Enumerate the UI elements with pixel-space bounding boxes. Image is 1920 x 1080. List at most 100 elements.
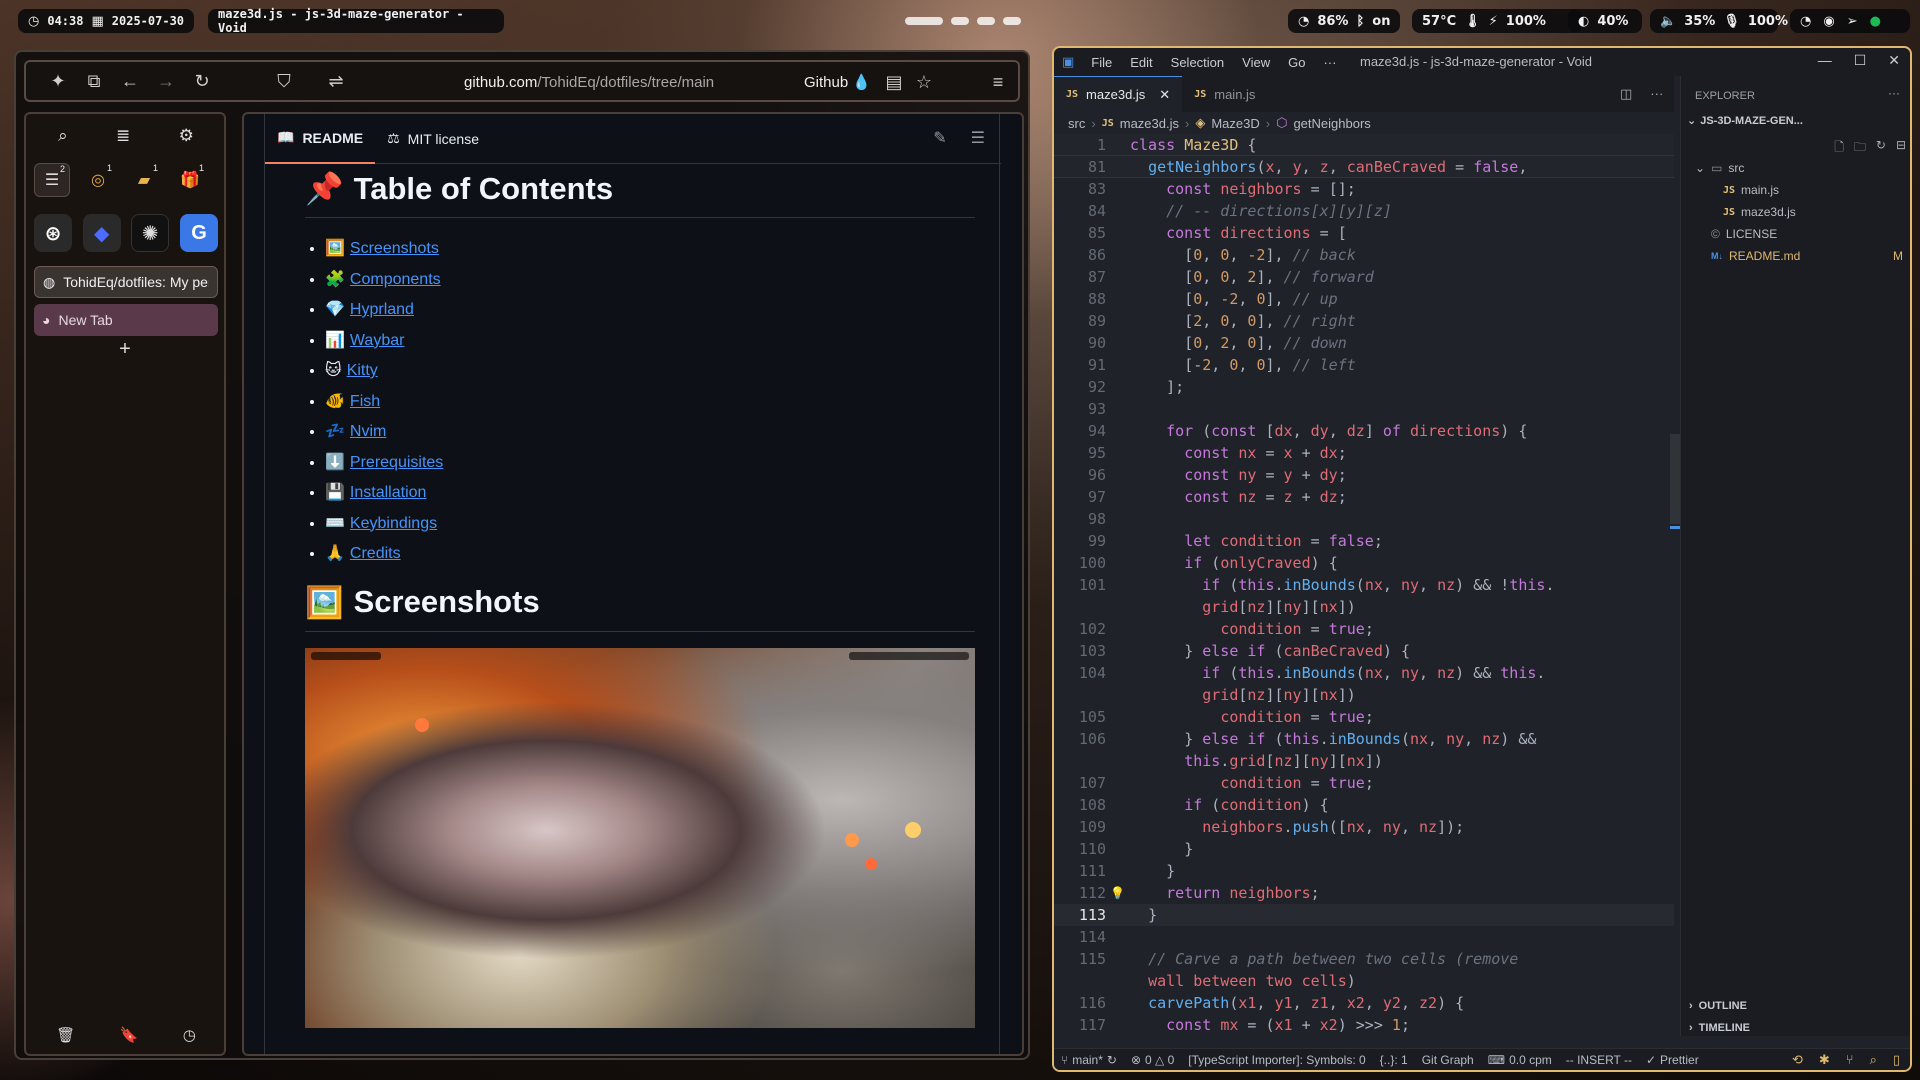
search-icon[interactable]: ⌕: [1870, 1052, 1877, 1068]
pinned-tab-list[interactable]: ☰ 2: [34, 163, 70, 197]
timeline-section[interactable]: › TIMELINE: [1689, 1022, 1750, 1034]
code-line[interactable]: 111 }: [1054, 860, 1674, 882]
tab-main[interactable]: JS main.js: [1182, 76, 1267, 112]
menu-edit[interactable]: Edit: [1121, 55, 1161, 70]
menu-go[interactable]: Go: [1279, 55, 1314, 70]
code-line[interactable]: 95 const nx = x + dx;: [1054, 442, 1674, 464]
code-line[interactable]: 101 if (this.inBounds(nx, ny, nz) && !th…: [1054, 574, 1674, 596]
project-root[interactable]: ⌄ JS-3D-MAZE-GEN...: [1687, 114, 1907, 128]
scrollbar[interactable]: [1666, 134, 1680, 1034]
code-line[interactable]: 114: [1054, 926, 1674, 948]
code-line[interactable]: 92 ];: [1054, 376, 1674, 398]
breadcrumb-class[interactable]: Maze3D: [1211, 116, 1259, 131]
pinned-tab-gift[interactable]: 🎁 1: [172, 163, 208, 197]
code-line[interactable]: 110 }: [1054, 838, 1674, 860]
split-editor-icon[interactable]: ◫: [1620, 86, 1632, 102]
code-line[interactable]: 88 [0, -2, 0], // up: [1054, 288, 1674, 310]
clock-widget[interactable]: ◷ 04:38 ▦ 2025-07-30: [18, 9, 194, 33]
code-line[interactable]: 94 for (const [dx, dy, dz] of directions…: [1054, 420, 1674, 442]
workspace-active[interactable]: [905, 17, 943, 25]
wifi-tray-icon[interactable]: ◔: [1800, 14, 1811, 29]
network-widget[interactable]: ◔ 86% ᛒ on: [1288, 9, 1400, 33]
source-control-icon[interactable]: ⑂: [1846, 1052, 1854, 1068]
menu-selection[interactable]: Selection: [1162, 55, 1233, 70]
code-editor[interactable]: 1 class Maze3D {81 getNeighbors(x, y, z, …: [1054, 134, 1674, 1034]
steam-icon[interactable]: ◉: [1823, 14, 1834, 29]
code-line[interactable]: 1 class Maze3D {: [1054, 134, 1674, 156]
file-license[interactable]: © LICENSE: [1711, 224, 1777, 244]
refresh-icon[interactable]: ↻: [1876, 138, 1886, 159]
code-line[interactable]: 112 return neighbors; 💡: [1054, 882, 1674, 904]
close-tab-icon[interactable]: ✕: [1159, 87, 1170, 103]
code-line[interactable]: 105 condition = true;: [1054, 706, 1674, 728]
code-line[interactable]: 103 } else if (canBeCraved) {: [1054, 640, 1674, 662]
tab-list-icon[interactable]: ≣: [116, 126, 130, 146]
toc-link-keybindings[interactable]: Keybindings: [350, 515, 437, 532]
new-folder-icon[interactable]: 🗀: [1854, 138, 1866, 159]
url-field[interactable]: github.com/TohidEq/dotfiles/tree/main: [464, 74, 714, 91]
deepseek-icon[interactable]: ◆: [82, 214, 121, 252]
bracket-status[interactable]: {..}: 1: [1373, 1053, 1415, 1067]
ts-importer-status[interactable]: [TypeScript Importer]: Symbols: 0: [1181, 1053, 1372, 1067]
breadcrumb-method[interactable]: getNeighbors: [1293, 116, 1370, 131]
lightbulb-icon[interactable]: 💡: [1110, 882, 1125, 904]
toc-link-hyprland[interactable]: Hyprland: [350, 301, 414, 318]
browser-logo-icon[interactable]: ✦: [40, 63, 76, 99]
system-widget[interactable]: 57°C 🌡 ⚡ 100%: [1412, 9, 1582, 33]
collapse-icon[interactable]: ⊟: [1896, 138, 1906, 159]
prettier-status[interactable]: ✓ Prettier: [1639, 1053, 1706, 1067]
chatgpt-icon[interactable]: ⊛: [34, 214, 72, 252]
site-settings-icon[interactable]: ⇌: [318, 63, 354, 99]
reload-icon[interactable]: ↻: [184, 63, 220, 99]
perplexity-icon[interactable]: ✺: [131, 214, 170, 252]
toc-link-installation[interactable]: Installation: [350, 484, 427, 501]
bookmark-icon[interactable]: 🔖: [120, 1026, 139, 1044]
gear-icon[interactable]: ⚙: [179, 126, 194, 146]
bookmark-star-icon[interactable]: ☆: [906, 64, 942, 100]
code-line[interactable]: 84 // -- directions[x][y][z]: [1054, 200, 1674, 222]
code-line[interactable]: grid[nz][ny][nx]): [1054, 596, 1674, 618]
code-line[interactable]: 117 const mx = (x1 + x2) >>> 1;: [1054, 1014, 1674, 1036]
audio-widget[interactable]: 🔈 35% 🎙 100%: [1650, 9, 1788, 33]
code-line[interactable]: this.grid[nz][ny][nx]): [1054, 750, 1674, 772]
menu-file[interactable]: File: [1082, 55, 1121, 70]
translate-icon[interactable]: G: [179, 214, 218, 252]
toc-link-kitty[interactable]: Kitty: [347, 362, 378, 379]
tab-readme[interactable]: 📖 README: [265, 114, 376, 164]
file-maze3d-js[interactable]: JS maze3d.js: [1723, 202, 1796, 222]
new-tab-button[interactable]: +: [26, 338, 224, 361]
code-line[interactable]: 87 [0, 0, 2], // forward: [1054, 266, 1674, 288]
bug-icon[interactable]: ✱: [1819, 1052, 1830, 1068]
workspace-4[interactable]: [1003, 17, 1021, 25]
tab-maze3d[interactable]: JS maze3d.js ✕: [1054, 76, 1183, 112]
scrollbar-thumb[interactable]: [1670, 434, 1680, 524]
breadcrumb-file[interactable]: maze3d.js: [1120, 116, 1179, 131]
code-line[interactable]: 100 if (onlyCraved) {: [1054, 552, 1674, 574]
trash-icon[interactable]: 🗑: [56, 1026, 75, 1044]
new-file-icon[interactable]: 🗋: [1834, 138, 1844, 159]
telegram-icon[interactable]: ➢: [1847, 14, 1858, 29]
pinned-tab-coins[interactable]: ◎ 1: [80, 163, 116, 197]
history-icon[interactable]: ◷: [183, 1026, 196, 1044]
toc-link-credits[interactable]: Credits: [350, 545, 401, 562]
back-icon[interactable]: ←: [112, 63, 148, 99]
breadcrumb-src[interactable]: src: [1068, 116, 1085, 131]
outline-list-icon[interactable]: ☰: [971, 128, 985, 148]
code-line[interactable]: 113 }: [1054, 904, 1674, 926]
code-line[interactable]: 83 const neighbors = [];: [1054, 178, 1674, 200]
code-line[interactable]: grid[nz][ny][nx]): [1054, 684, 1674, 706]
minimize-icon[interactable]: —: [1818, 52, 1832, 69]
code-line[interactable]: wall between two cells): [1054, 970, 1674, 992]
code-line[interactable]: 115 // Carve a path between two cells (r…: [1054, 948, 1674, 970]
git-branch[interactable]: ⑂ main* ↻: [1054, 1053, 1124, 1067]
tab-license[interactable]: ⚖ MIT license: [375, 114, 491, 164]
file-main-js[interactable]: JS main.js: [1723, 180, 1779, 200]
workspace-3[interactable]: [977, 17, 995, 25]
site-chip[interactable]: Github 💧: [804, 73, 871, 91]
search-icon[interactable]: ⌕: [58, 126, 68, 146]
code-line[interactable]: 98: [1054, 508, 1674, 530]
code-line[interactable]: 108 if (condition) {: [1054, 794, 1674, 816]
folder-src[interactable]: ⌄ ▭ src: [1695, 158, 1744, 178]
problems-indicator[interactable]: ⊗ 0 △ 0: [1124, 1053, 1181, 1067]
tray-widget[interactable]: ◔ ◉ ➢ ●: [1790, 9, 1910, 33]
